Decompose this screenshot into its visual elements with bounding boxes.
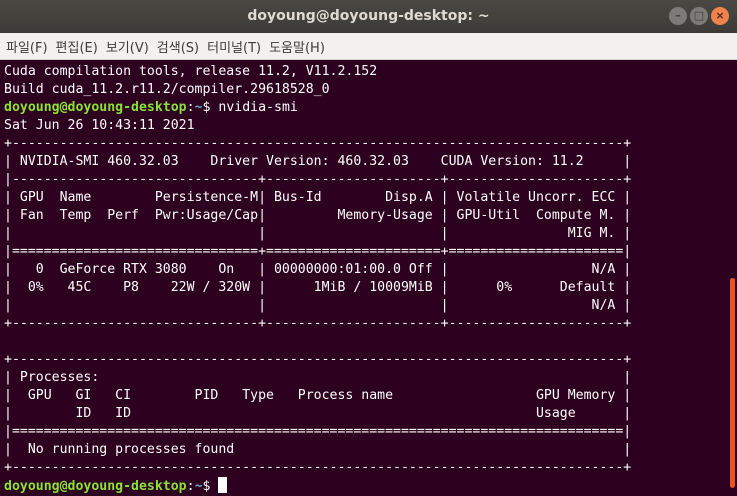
menu-search[interactable]: 검색(S) xyxy=(157,37,199,56)
minimize-button[interactable]: – xyxy=(669,7,687,25)
close-button[interactable]: × xyxy=(711,7,729,25)
terminal-line: +---------------------------------------… xyxy=(4,136,632,151)
terminal-line: | GPU Name Persistence-M| Bus-Id Disp.A … xyxy=(4,190,632,205)
terminal-line: +---------------------------------------… xyxy=(4,352,632,367)
terminal-line: +---------------------------------------… xyxy=(4,460,632,475)
prompt-path: ~ xyxy=(194,479,203,494)
terminal-output[interactable]: Cuda compilation tools, release 11.2, V1… xyxy=(0,61,728,495)
prompt-separator: : xyxy=(186,100,195,115)
window-controls: – □ × xyxy=(669,7,729,25)
maximize-button[interactable]: □ xyxy=(690,7,708,25)
terminal-line: +-------------------------------+-------… xyxy=(4,316,632,331)
menu-terminal[interactable]: 터미널(T) xyxy=(207,37,261,56)
command-line: doyoung@doyoung-desktop:~$ nvidia-smi xyxy=(4,99,728,117)
terminal-line: | 0 GeForce RTX 3080 On | 00000000:01:00… xyxy=(4,262,632,277)
terminal-line: | | | MIG M. | xyxy=(4,226,632,241)
terminal-line: | Processes: | xyxy=(4,370,632,385)
terminal-line: |=======================================… xyxy=(4,424,632,439)
window-title: doyoung@doyoung-desktop: ~ xyxy=(247,8,490,24)
scrollbar-thumb[interactable] xyxy=(730,278,735,488)
prompt-user-host: doyoung@doyoung-desktop xyxy=(4,100,187,115)
terminal-line: | Fan Temp Perf Pwr:Usage/Cap| Memory-Us… xyxy=(4,208,632,223)
prompt-symbol: $ xyxy=(202,100,219,115)
text-cursor xyxy=(218,477,228,493)
terminal-line: | NVIDIA-SMI 460.32.03 Driver Version: 4… xyxy=(4,154,632,169)
prompt-separator: : xyxy=(186,479,195,494)
command-text: nvidia-smi xyxy=(218,100,298,115)
menu-help[interactable]: 도움말(H) xyxy=(269,37,325,56)
terminal-line: | ID ID Usage | xyxy=(4,406,632,421)
terminal-line: | No running processes found | xyxy=(4,442,632,457)
nvidia-smi-output: Sat Jun 26 10:43:11 2021 +---------------… xyxy=(4,117,728,477)
terminal-line: Cuda compilation tools, release 11.2, V1… xyxy=(4,64,378,79)
prompt-symbol: $ xyxy=(202,479,219,494)
menu-edit[interactable]: 편집(E) xyxy=(56,37,98,56)
menu-bar: 파일(F) 편집(E) 보기(V) 검색(S) 터미널(T) 도움말(H) xyxy=(0,33,737,60)
window-titlebar[interactable]: doyoung@doyoung-desktop: ~ – □ × xyxy=(0,0,737,33)
prompt-path: ~ xyxy=(194,100,203,115)
terminal-line: |===============================+=======… xyxy=(4,244,632,259)
terminal-line: Build cuda_11.2.r11.2/compiler.29618528_… xyxy=(4,82,330,97)
menu-file[interactable]: 파일(F) xyxy=(6,37,48,56)
prompt-user-host: doyoung@doyoung-desktop xyxy=(4,479,187,494)
terminal-line: | 0% 45C P8 22W / 320W | 1MiB / 10009MiB… xyxy=(4,280,632,295)
menu-view[interactable]: 보기(V) xyxy=(106,37,149,56)
terminal-line: | GPU GI CI PID Type Process name GPU Me… xyxy=(4,388,632,403)
terminal-line: | | | N/A | xyxy=(4,298,632,313)
terminal-line: Sat Jun 26 10:43:11 2021 xyxy=(4,118,195,133)
active-prompt-line: doyoung@doyoung-desktop:~$ xyxy=(4,477,728,495)
terminal-line: |-------------------------------+-------… xyxy=(4,172,632,187)
